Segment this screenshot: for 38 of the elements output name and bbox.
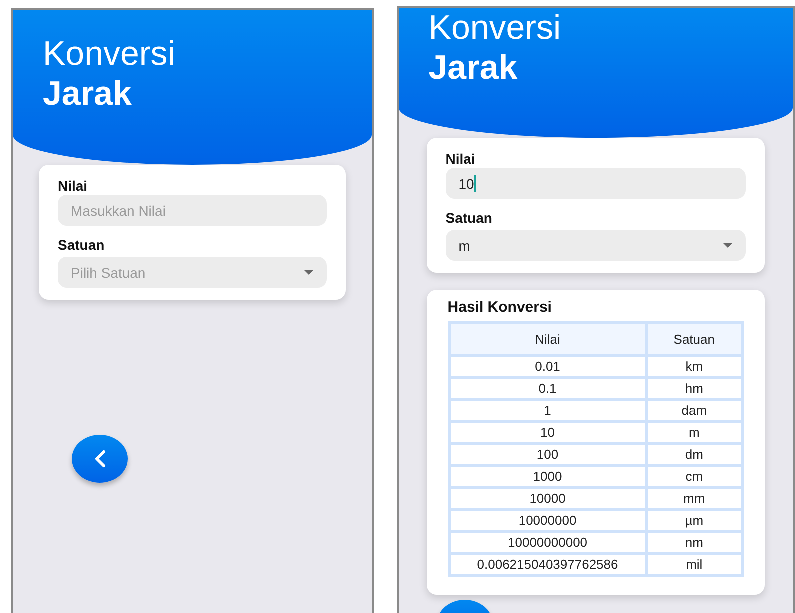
table-cell: 100 <box>450 445 645 464</box>
input-field[interactable]: 10 <box>446 168 746 199</box>
title-text: Konversi <box>43 34 176 74</box>
field-label: Satuan <box>58 236 105 254</box>
table-cell: m <box>648 423 741 442</box>
table-cell: 0.006215040397762586 <box>450 555 645 574</box>
chevron-left-icon <box>93 450 107 468</box>
unit-dropdown[interactable]: m <box>446 230 746 261</box>
table-cell: 1 <box>450 401 645 420</box>
title-text: Jarak <box>43 74 132 114</box>
dropdown-arrow-icon <box>304 270 314 275</box>
input-field[interactable]: Masukkan Nilai <box>58 195 327 226</box>
table-cell: 1000 <box>450 467 645 486</box>
table-cell: hm <box>648 379 741 398</box>
table-cell: km <box>648 357 741 376</box>
table-cell: 0.01 <box>450 357 645 376</box>
table-cell: 10000 <box>450 489 645 508</box>
table-cell: mil <box>648 555 741 574</box>
dropdown-arrow-icon <box>723 243 733 248</box>
table-cell: dm <box>648 445 741 464</box>
table-cell: 10 <box>450 423 645 442</box>
title-text: Konversi <box>428 8 562 48</box>
table-cell: 10000000 <box>450 511 645 530</box>
back-button[interactable] <box>72 435 128 483</box>
table-cell: 0.1 <box>450 379 645 398</box>
column-header: Nilai <box>450 324 645 354</box>
table-cell: cm <box>648 467 741 486</box>
field-label: Satuan <box>446 209 492 227</box>
column-header: Satuan <box>648 324 741 354</box>
table-cell: nm <box>648 533 741 552</box>
field-label: Nilai <box>58 177 88 195</box>
table-cell: 10000000000 <box>450 533 645 552</box>
result-title: Hasil Konversi <box>448 299 552 317</box>
table-cell: µm <box>648 511 741 530</box>
table-cell: dam <box>648 401 741 420</box>
title-text: Jarak <box>428 48 518 88</box>
field-label: Nilai <box>446 150 476 168</box>
table-cell: mm <box>648 489 741 508</box>
